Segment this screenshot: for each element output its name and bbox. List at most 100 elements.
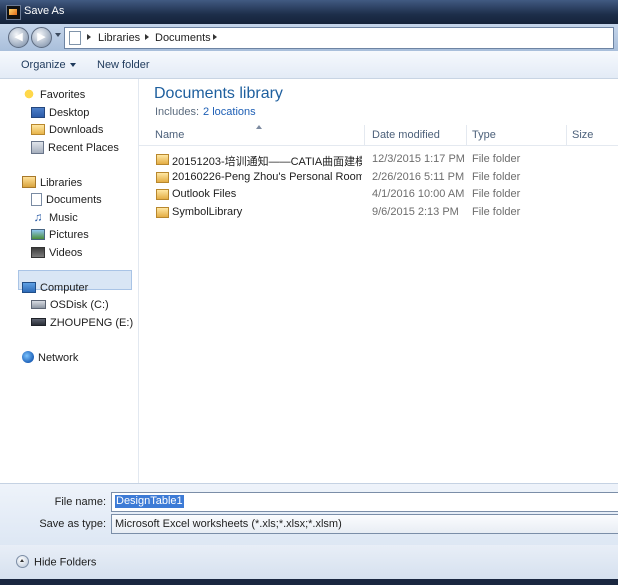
save-fields: File name: DesignTable1 Save as type: Mi…: [0, 483, 618, 546]
file-row[interactable]: SymbolLibrary 9/6/2015 2:13 PM File fold…: [139, 204, 618, 221]
sidebar-item-network[interactable]: Network: [22, 350, 78, 366]
breadcrumb-separator-icon[interactable]: [145, 34, 149, 40]
sidebar-label: Desktop: [49, 107, 90, 119]
column-divider[interactable]: [566, 125, 567, 145]
desktop-icon: [31, 106, 45, 118]
file-date: 9/6/2015 2:13 PM: [372, 206, 459, 218]
star-icon: [22, 88, 36, 101]
breadcrumb-separator-icon[interactable]: [213, 34, 217, 40]
organize-label: Organize: [21, 59, 66, 71]
sidebar-label: Music: [49, 212, 78, 224]
dialog-footer: Hide Folders: [0, 545, 618, 579]
window-title: Save As: [24, 5, 65, 17]
folder-icon: [156, 154, 169, 165]
savetype-select[interactable]: Microsoft Excel worksheets (*.xls;*.xlsx…: [111, 514, 618, 534]
computer-icon: [22, 281, 36, 293]
file-type: File folder: [472, 171, 521, 183]
recent-places-icon: [31, 140, 44, 154]
file-row[interactable]: Outlook Files 4/1/2016 10:00 AM File fol…: [139, 186, 618, 203]
sidebar-item-osdisk[interactable]: OSDisk (C:): [31, 297, 109, 313]
hard-disk-icon: [31, 299, 46, 309]
sidebar-label: OSDisk (C:): [50, 299, 109, 311]
sidebar-item-music[interactable]: ♫ Music: [31, 210, 78, 226]
filename-input[interactable]: DesignTable1: [111, 492, 618, 512]
file-name: 20151203-培训通知——CATIA曲面建模(4...: [172, 156, 362, 168]
sidebar-label: Pictures: [49, 229, 89, 241]
filename-value: DesignTable1: [115, 495, 184, 508]
chevron-up-icon: [16, 555, 29, 568]
sidebar-item-favorites[interactable]: Favorites: [22, 87, 85, 103]
sidebar-item-videos[interactable]: Videos: [31, 245, 82, 261]
network-icon: [22, 351, 34, 364]
file-type: File folder: [472, 188, 521, 200]
sidebar-item-pictures[interactable]: Pictures: [31, 227, 89, 243]
folder-icon: [156, 189, 169, 200]
sidebar-item-downloads[interactable]: Downloads: [31, 122, 103, 138]
organize-button[interactable]: Organize: [21, 59, 76, 71]
window-bottom-edge: [0, 579, 618, 585]
includes-label: Includes:: [155, 106, 200, 118]
address-bar: ◀ ▶ Libraries Documents: [0, 24, 618, 51]
app-icon: [6, 5, 21, 20]
sidebar-item-desktop[interactable]: Desktop: [31, 105, 89, 121]
sidebar-label: Libraries: [40, 177, 83, 189]
command-bar: Organize New folder: [0, 51, 618, 79]
file-row[interactable]: 20151203-培训通知——CATIA曲面建模(4... 12/3/2015 …: [139, 151, 618, 168]
breadcrumb-separator-icon[interactable]: [87, 34, 91, 40]
usb-drive-icon: [31, 318, 46, 327]
breadcrumb-libraries[interactable]: Libraries: [98, 32, 140, 44]
hide-folders-button[interactable]: Hide Folders: [16, 555, 97, 569]
recent-pages-dropdown-icon[interactable]: [55, 33, 61, 37]
folder-icon: [156, 172, 169, 183]
sidebar-label: Documents: [46, 194, 102, 206]
column-header-size[interactable]: Size: [572, 129, 593, 141]
file-date: 4/1/2016 10:00 AM: [372, 188, 465, 200]
file-date: 12/3/2015 1:17 PM: [372, 153, 465, 165]
breadcrumb-documents[interactable]: Documents: [155, 32, 211, 44]
column-header-type[interactable]: Type: [472, 129, 496, 141]
breadcrumb[interactable]: Libraries Documents: [64, 27, 614, 49]
title-bar: Save As: [0, 0, 618, 24]
documents-icon: [31, 192, 42, 206]
savetype-value: Microsoft Excel worksheets (*.xls;*.xlsx…: [115, 518, 342, 530]
save-as-dialog: Save As ◀ ▶ Libraries Documents Organize…: [0, 0, 618, 585]
pictures-icon: [31, 228, 45, 240]
file-row[interactable]: 20160226-Peng Zhou's Personal Room(4... …: [139, 169, 618, 186]
sort-ascending-icon: [256, 125, 262, 129]
column-header-date[interactable]: Date modified: [372, 129, 440, 141]
sidebar-label: Favorites: [40, 89, 86, 101]
sidebar-item-computer[interactable]: Computer: [22, 280, 88, 296]
library-title: Documents library: [154, 85, 283, 102]
sidebar-item-libraries[interactable]: Libraries: [22, 175, 82, 191]
column-header-name[interactable]: Name: [155, 129, 184, 141]
file-name: Outlook Files: [172, 188, 237, 200]
sidebar-label: Network: [38, 352, 79, 364]
file-name: SymbolLibrary: [172, 206, 243, 218]
location-icon: [69, 31, 81, 45]
hide-folders-label: Hide Folders: [34, 556, 97, 569]
navigation-pane: Favorites Desktop Downloads Recent Place…: [0, 79, 139, 483]
folder-icon: [156, 207, 169, 218]
libraries-icon: [22, 176, 36, 189]
savetype-label: Save as type:: [39, 518, 106, 530]
column-divider[interactable]: [466, 125, 467, 145]
library-includes: Includes: 2 locations: [155, 106, 256, 118]
locations-link[interactable]: 2 locations: [203, 106, 256, 118]
sidebar-item-documents[interactable]: Documents: [31, 192, 102, 208]
sidebar-item-zhoupeng[interactable]: ZHOUPENG (E:): [31, 315, 133, 331]
sidebar-label: ZHOUPENG (E:): [50, 317, 134, 329]
filename-label: File name:: [54, 496, 106, 508]
sidebar-label: Downloads: [49, 124, 104, 136]
chevron-down-icon: [69, 63, 76, 68]
sidebar-item-recent-places[interactable]: Recent Places: [31, 140, 119, 156]
new-folder-button[interactable]: New folder: [97, 59, 150, 71]
sidebar-label: Videos: [49, 247, 83, 259]
file-list-pane: Documents library Includes: 2 locations N…: [139, 79, 618, 483]
music-note-icon: ♫: [33, 210, 43, 225]
videos-icon: [31, 246, 45, 258]
downloads-icon: [31, 123, 45, 135]
back-button[interactable]: ◀: [8, 27, 29, 48]
column-divider[interactable]: [364, 125, 365, 145]
sidebar-label: Computer: [40, 282, 89, 294]
forward-button[interactable]: ▶: [31, 27, 52, 48]
